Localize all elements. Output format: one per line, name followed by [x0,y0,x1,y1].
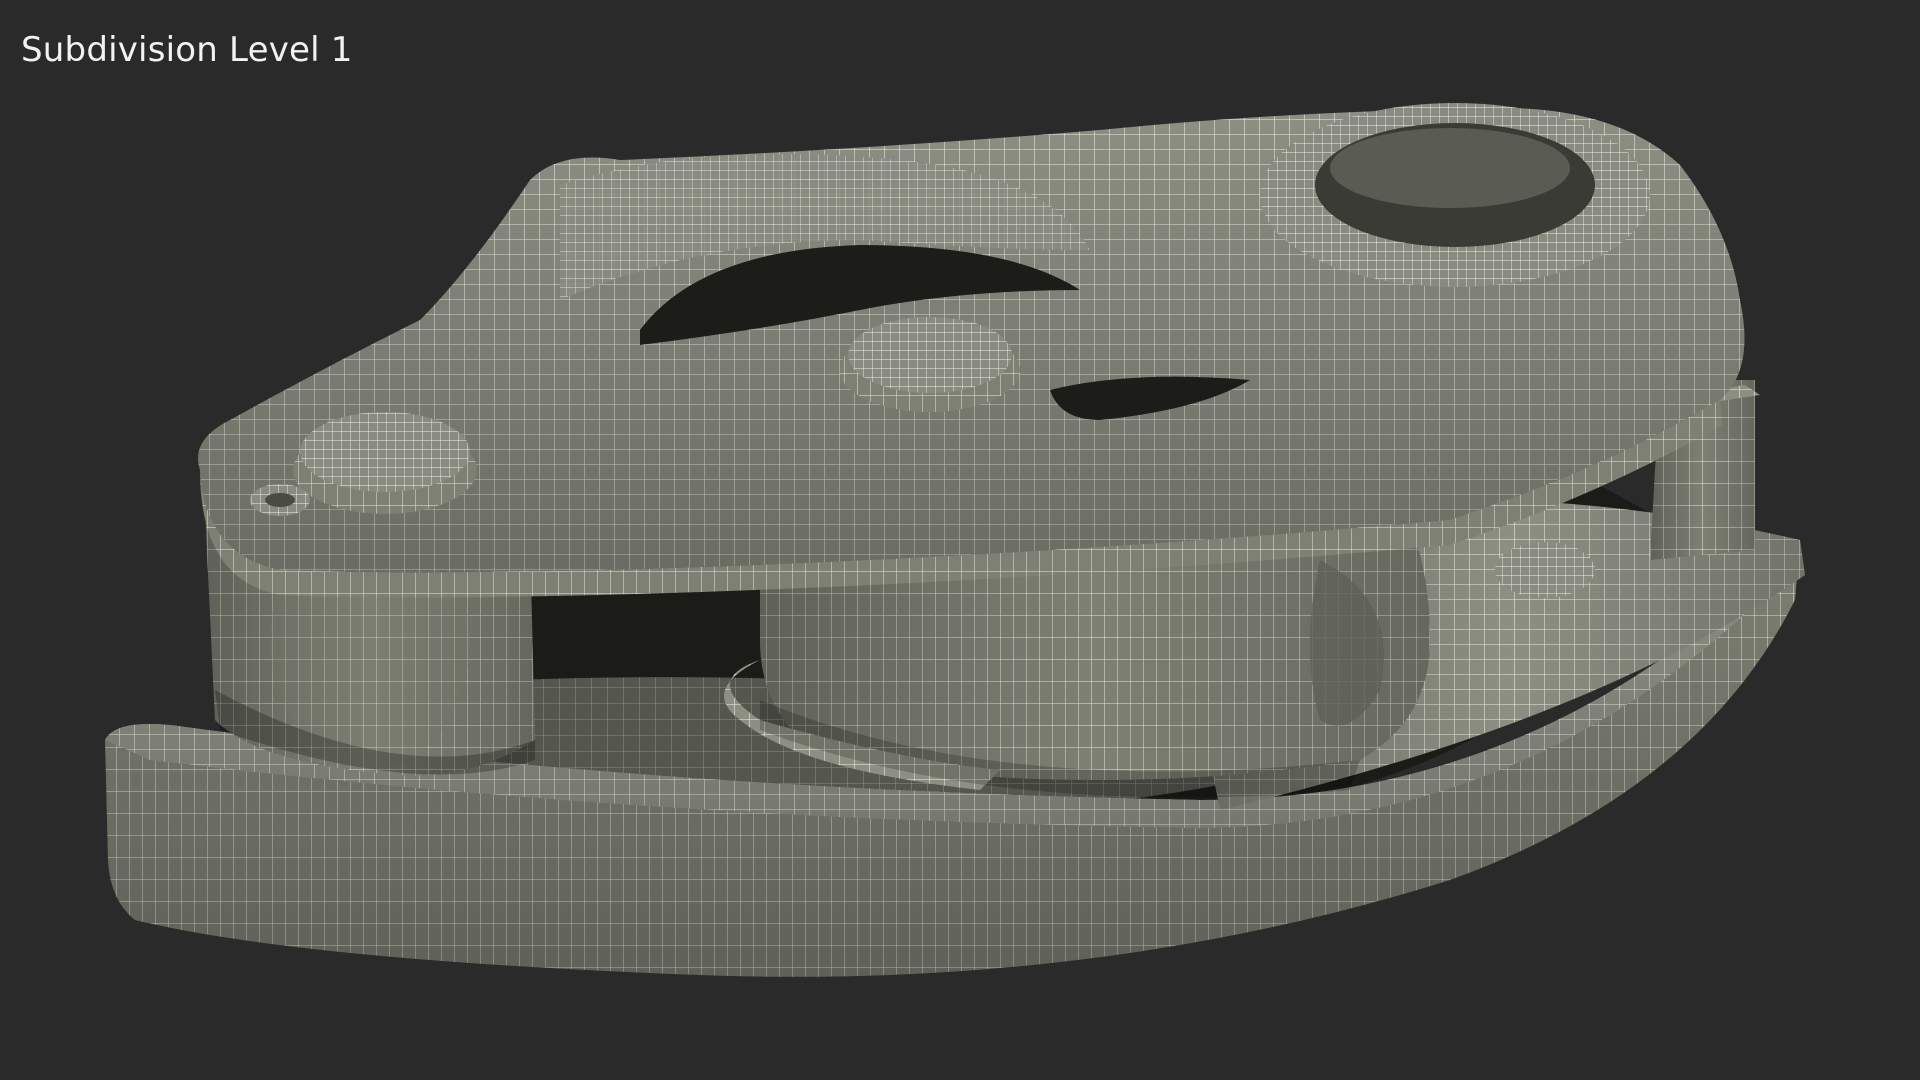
render-viewport: Subdivision Level 1 [0,0,1920,1080]
center-rivet [848,317,1012,393]
rear-rivet [1495,542,1595,598]
subdivision-level-label: Subdivision Level 1 [21,30,353,70]
pulley-wireframe-render [105,103,1805,977]
left-rivet [300,412,470,492]
